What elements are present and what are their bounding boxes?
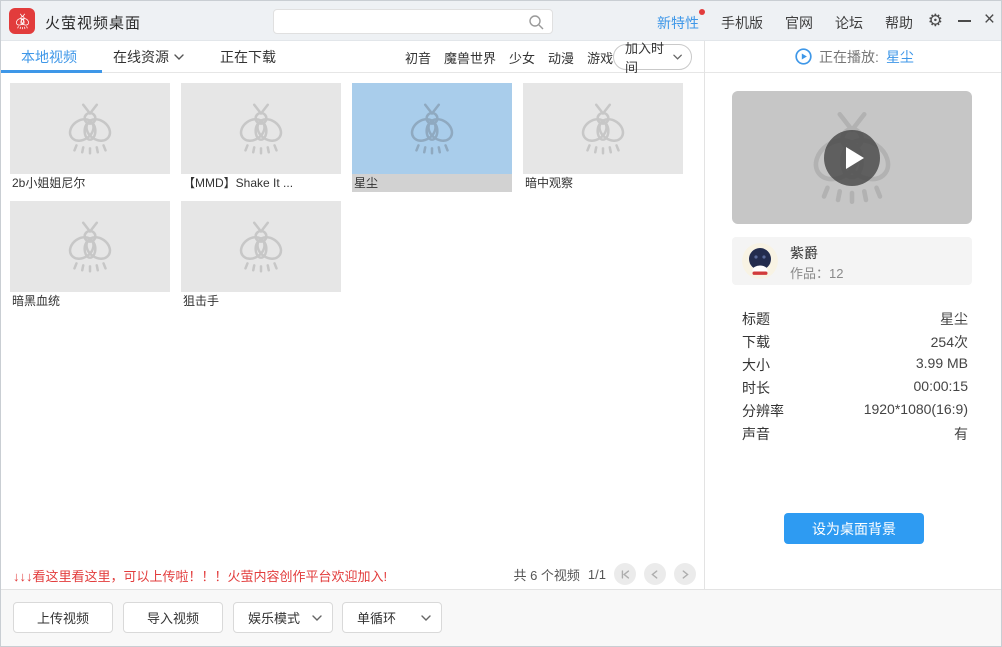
play-triangle-icon <box>846 146 864 169</box>
now-playing-header: 正在播放: 星尘 <box>705 41 1001 73</box>
chevron-down-icon <box>174 54 184 60</box>
firefly-placeholder-icon <box>230 216 292 278</box>
video-title: 星尘 <box>352 174 512 192</box>
category-filters: 初音 魔兽世界 少女 动漫 游戏 <box>405 41 613 73</box>
play-button[interactable] <box>824 129 880 186</box>
video-card[interactable]: 狙击手 <box>181 201 341 310</box>
tabs: 本地视频 在线资源 正在下载 <box>21 41 276 73</box>
video-details: 标题 星尘 下载 254次 大小 3.99 MB 时长 00:00:15 分辨率… <box>742 309 968 447</box>
category-hatsune[interactable]: 初音 <box>405 48 431 67</box>
category-anime[interactable]: 动漫 <box>548 48 574 67</box>
upload-video-button[interactable]: 上传视频 <box>13 602 113 633</box>
video-grid: 2b小姐姐尼尔 【MMD】Shake It ... 星尘 暗中观察 暗黑血统 狙… <box>1 73 704 559</box>
footer-toolbar: 上传视频 导入视频 娱乐模式 单循环 <box>1 589 1001 646</box>
video-title: 狙击手 <box>183 294 220 308</box>
upload-promo-text: ↓↓↓看这里看这里，可以上传啦！！！火萤内容创作平台欢迎加入! <box>13 569 388 584</box>
notification-dot <box>699 9 705 15</box>
now-playing-label: 正在播放: <box>819 48 879 65</box>
category-warcraft[interactable]: 魔兽世界 <box>444 48 496 67</box>
pagination: 共 6 个视频 1/1 <box>513 563 696 585</box>
video-thumbnail[interactable] <box>181 201 341 292</box>
search-box[interactable] <box>273 9 553 34</box>
video-title: 暗黑血统 <box>12 294 61 308</box>
chevron-down-icon <box>421 615 431 621</box>
chevron-left-icon <box>649 569 661 580</box>
video-card[interactable]: 暗中观察 <box>523 83 683 192</box>
app-title: 火萤视频桌面 <box>45 15 142 32</box>
firefly-placeholder-icon <box>59 98 121 160</box>
video-thumbnail[interactable] <box>10 83 170 174</box>
video-title: 2b小姐姐尼尔 <box>12 176 86 190</box>
firefly-placeholder-icon <box>230 98 292 160</box>
now-playing-panel: 正在播放: 星尘 紫爵 作品：12 标题 星尘 下载 254次 大小 3.99 … <box>704 41 1001 589</box>
status-row: ↓↓↓看这里看这里，可以上传啦！！！火萤内容创作平台欢迎加入! 共 6 个视频 … <box>1 559 704 589</box>
video-thumbnail[interactable] <box>181 83 341 174</box>
author-card[interactable]: 紫爵 作品：12 <box>732 237 972 285</box>
settings-gear-icon[interactable]: ⚙ <box>928 11 943 31</box>
tab-local-videos[interactable]: 本地视频 <box>21 47 77 67</box>
video-card[interactable]: 暗黑血统 <box>10 201 170 310</box>
chevron-right-icon <box>679 569 691 580</box>
detail-row-audio: 声音 有 <box>742 426 968 442</box>
first-page-icon <box>619 569 631 580</box>
detail-row-size: 大小 3.99 MB <box>742 355 968 373</box>
chevron-down-icon <box>312 615 322 621</box>
now-playing-title-link[interactable]: 星尘 <box>886 47 914 67</box>
sort-dropdown[interactable]: 加入时间 <box>613 41 692 75</box>
close-button[interactable]: × <box>984 9 995 31</box>
chevron-down-icon <box>673 54 682 60</box>
detail-row-resolution: 分辨率 1920*1080(16:9) <box>742 401 968 419</box>
first-page-button[interactable] <box>614 563 636 585</box>
app-logo <box>9 8 35 34</box>
link-new-features[interactable]: 新特性 <box>657 9 705 33</box>
tab-downloading[interactable]: 正在下载 <box>220 47 276 67</box>
video-title: 暗中观察 <box>525 176 574 190</box>
video-card-selected[interactable]: 星尘 <box>352 83 512 192</box>
minimize-button[interactable] <box>958 20 971 22</box>
video-thumbnail[interactable] <box>523 83 683 174</box>
prev-page-button[interactable] <box>644 563 666 585</box>
link-official-site[interactable]: 官网 <box>785 13 813 33</box>
firefly-logo-icon <box>13 12 32 31</box>
detail-row-downloads: 下载 254次 <box>742 334 968 350</box>
firefly-placeholder-icon <box>401 98 463 160</box>
video-card[interactable]: 2b小姐姐尼尔 <box>10 83 170 192</box>
page-indicator: 1/1 <box>587 566 606 582</box>
firefly-placeholder-icon <box>59 216 121 278</box>
app-window: 火萤视频桌面 新特性 手机版 官网 论坛 帮助 ⚙ × 本地视频 在线资源 正在… <box>0 0 1002 647</box>
mode-dropdown[interactable]: 娱乐模式 <box>233 602 333 633</box>
link-help[interactable]: 帮助 <box>885 13 913 33</box>
import-video-button[interactable]: 导入视频 <box>123 602 223 633</box>
tab-online-resources[interactable]: 在线资源 <box>113 47 184 67</box>
author-name: 紫爵 <box>790 245 818 261</box>
video-title: 【MMD】Shake It ... <box>183 176 294 190</box>
detail-row-title: 标题 星尘 <box>742 311 968 327</box>
category-game[interactable]: 游戏 <box>587 48 613 67</box>
detail-row-duration: 时长 00:00:15 <box>742 378 968 396</box>
loop-mode-dropdown[interactable]: 单循环 <box>342 602 442 633</box>
search-icon[interactable] <box>528 14 544 30</box>
firefly-placeholder-icon <box>572 98 634 160</box>
category-girl[interactable]: 少女 <box>509 48 535 67</box>
video-preview <box>732 91 972 224</box>
video-card[interactable]: 【MMD】Shake It ... <box>181 83 341 192</box>
link-mobile-version[interactable]: 手机版 <box>721 13 763 33</box>
video-thumbnail[interactable] <box>10 201 170 292</box>
author-works-count: 作品：12 <box>790 266 844 281</box>
titlebar: 火萤视频桌面 新特性 手机版 官网 论坛 帮助 ⚙ × <box>1 1 1001 41</box>
set-desktop-background-button[interactable]: 设为桌面背景 <box>784 513 924 544</box>
titlebar-links: 新特性 手机版 官网 论坛 帮助 <box>657 9 913 33</box>
video-count: 共 6 个视频 <box>513 567 580 583</box>
link-forum[interactable]: 论坛 <box>835 13 863 33</box>
avatar <box>742 243 778 279</box>
video-thumbnail[interactable] <box>352 83 512 174</box>
search-input[interactable] <box>282 11 522 32</box>
play-circle-icon <box>795 48 812 65</box>
next-page-button[interactable] <box>674 563 696 585</box>
